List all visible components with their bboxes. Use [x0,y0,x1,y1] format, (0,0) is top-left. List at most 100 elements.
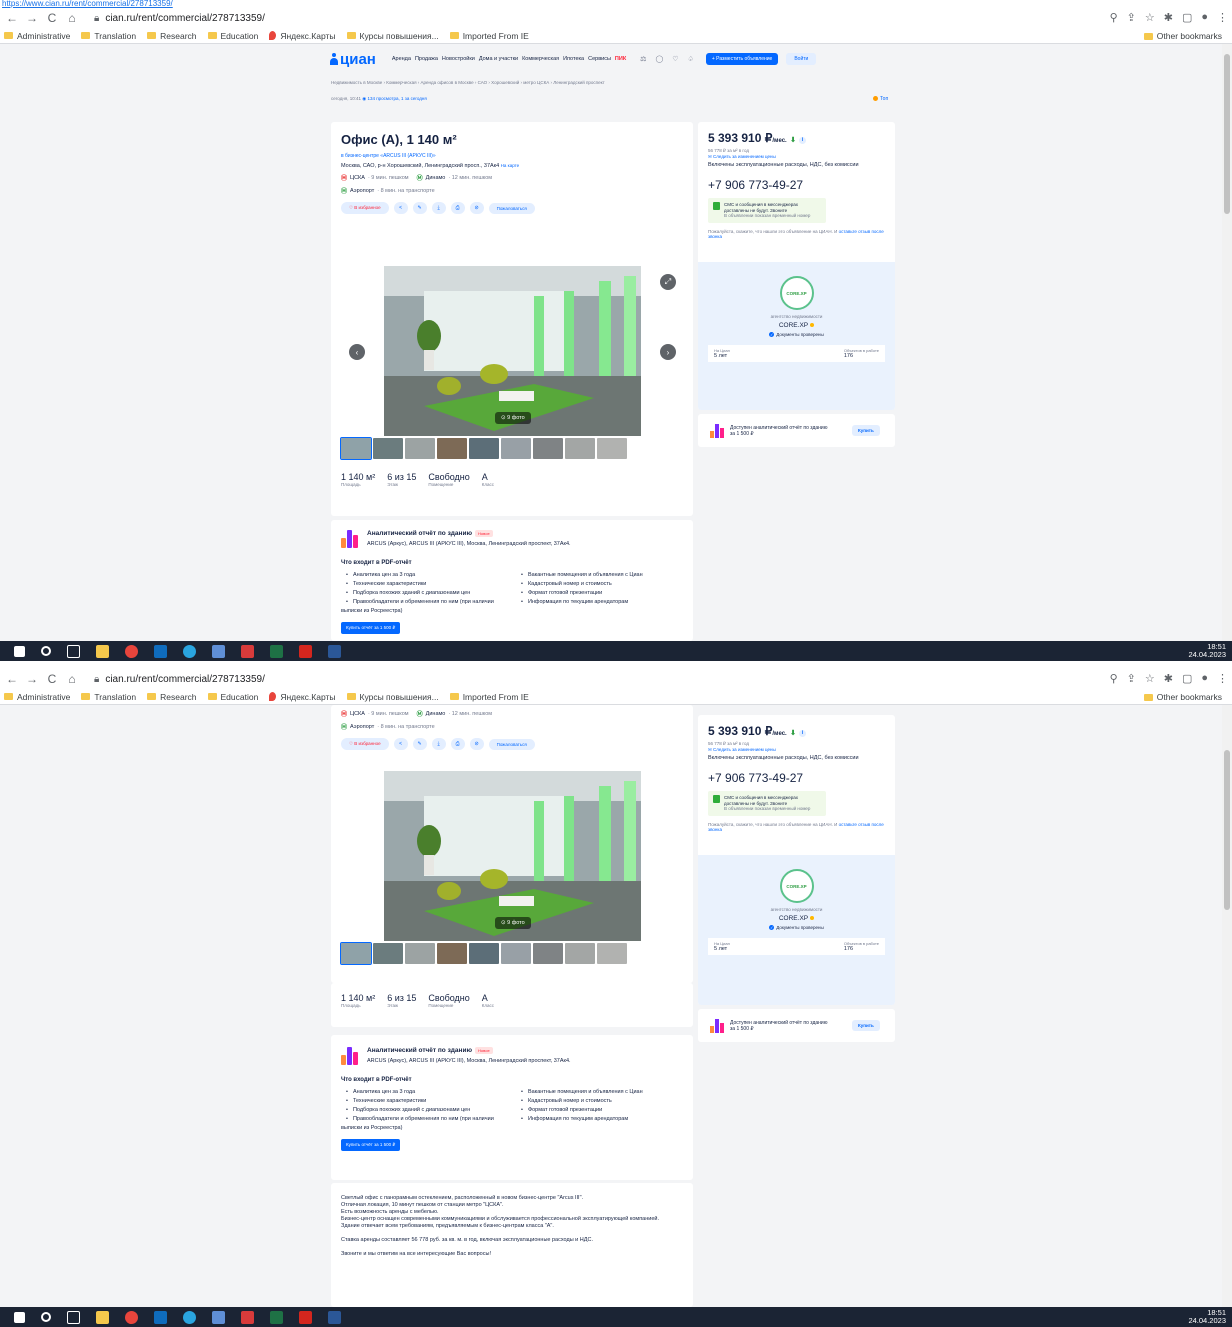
bookmark[interactable]: Research [147,31,197,41]
task-view-icon[interactable] [67,1310,80,1324]
outlook-icon[interactable] [154,1310,167,1324]
chrome-icon[interactable] [125,644,138,658]
thumbnail[interactable] [501,438,531,459]
bell-icon[interactable]: ♤ [688,55,694,63]
breadcrumb[interactable]: Недвижимость в Москве › Коммерческая › А… [331,80,605,85]
next-photo-arrow[interactable]: › [660,344,676,360]
menu-item-promo[interactable]: ПИК [615,56,626,62]
thumbnail[interactable] [565,943,595,964]
zoom-icon[interactable]: ⚲ [1110,672,1118,685]
url-field[interactable]: 🔒︎ cian.ru/rent/commercial/278713359/ [94,13,265,24]
login-button[interactable]: Войти [786,53,817,65]
share-icon[interactable]: < [393,202,408,214]
agency-logo[interactable]: CORE.XP [779,869,814,903]
other-bookmarks[interactable]: Other bookmarks [1143,31,1222,41]
thumbnail[interactable] [533,438,563,459]
other-bookmarks[interactable]: Other bookmarks [1143,692,1222,702]
hide-icon[interactable]: ⊘ [469,202,484,214]
thumbnail[interactable] [373,438,403,459]
file-explorer-icon[interactable] [96,644,109,658]
views-count[interactable]: 134 просмотра, 1 за сегодня [367,96,426,101]
task-view-icon[interactable] [67,644,80,658]
agency-logo[interactable]: CORE.XP [779,276,814,310]
bookmark[interactable]: Education [207,31,258,41]
metro-station[interactable]: Аэропорт [350,188,374,194]
search-icon[interactable] [41,1312,51,1322]
bookmark[interactable]: Research [147,692,197,702]
menu-item[interactable]: Дома и участки [479,56,518,62]
bookmark[interactable]: Administrative [4,692,70,702]
home-icon[interactable]: ⌂ [64,11,80,25]
outlook-icon[interactable] [154,644,167,658]
menu-item[interactable]: Ипотека [563,56,584,62]
bookmark[interactable]: Яндекс.Карты [269,31,336,41]
edit-icon[interactable]: ✎ [412,202,427,214]
complain-button[interactable]: Пожаловаться [488,202,535,214]
on-map-link[interactable]: На карте [501,163,520,168]
file-explorer-icon[interactable] [96,1310,109,1324]
bookmark[interactable]: Imported From IE [449,692,529,702]
thumbnail[interactable] [340,942,372,965]
hide-icon[interactable]: ⊘ [469,738,484,750]
top-url[interactable]: https://www.cian.ru/rent/commercial/2787… [0,0,460,8]
app-icon[interactable] [183,1310,196,1324]
thumbnail[interactable] [437,943,467,964]
metro-station[interactable]: ЦСКА [350,711,365,717]
bookmark[interactable]: Education [207,692,258,702]
thumbnail[interactable] [437,438,467,459]
heart-icon[interactable]: ♡ [672,55,678,63]
bookmark[interactable]: Яндекс.Карты [269,692,336,702]
post-ad-button[interactable]: + Разместить объявление [705,53,779,65]
agency-name[interactable]: CORE.XP [698,915,895,922]
reload-icon[interactable]: C [44,672,60,686]
app-icon[interactable] [183,644,196,658]
favorite-button[interactable]: ♡ В избранное [341,738,389,750]
word-icon[interactable] [328,644,341,658]
favorite-button[interactable]: ♡ В избранное [341,202,389,214]
chrome-icon[interactable] [125,1310,138,1324]
back-icon[interactable]: ← [4,672,20,686]
reload-icon[interactable]: C [44,11,60,25]
zoom-icon[interactable]: ⚲ [1110,11,1118,24]
prev-photo-arrow[interactable]: ‹ [349,344,365,360]
metro-station[interactable]: Динамо [426,711,446,717]
top-badge[interactable]: Топ [873,96,888,102]
thumbnail[interactable] [469,943,499,964]
bookmark[interactable]: Administrative [4,31,70,41]
photos-count-badge[interactable]: ⊙ 9 фото [495,412,531,424]
extensions-icon[interactable]: ✱ [1164,11,1173,24]
star-icon[interactable]: ☆ [1145,11,1155,24]
system-clock[interactable]: 18:51 24.04.2023 [1188,1309,1226,1325]
bookmark[interactable]: Imported From IE [449,31,529,41]
agency-name[interactable]: CORE.XP [698,322,895,329]
buy-analytic-button[interactable]: Купить [852,425,880,436]
complain-button[interactable]: Пожаловаться [488,738,535,750]
print-icon[interactable]: ⎙ [450,202,465,214]
menu-item[interactable]: Аренда [392,56,411,62]
menu-item[interactable]: Продажа [415,56,438,62]
bookmark[interactable]: Translation [81,692,136,702]
scrollbar[interactable] [1222,44,1232,641]
paint-icon[interactable] [212,644,225,658]
acrobat-icon[interactable] [299,644,312,658]
url-field[interactable]: 🔒︎ cian.ru/rent/commercial/278713359/ [94,674,265,685]
buy-report-button[interactable]: Купить отчёт за 1 500 ₽ [341,622,401,634]
sidepanel-icon[interactable]: ▢ [1182,672,1192,685]
forward-icon[interactable]: → [24,672,40,686]
phone-number[interactable]: +7 906 773-49-27 [708,178,888,192]
bookmark[interactable]: Translation [81,31,136,41]
edit-icon[interactable]: ✎ [412,738,427,750]
thumbnail[interactable] [565,438,595,459]
cian-logo[interactable]: циан [330,51,376,68]
photos-count-badge[interactable]: ⊙ 9 фото [495,917,531,929]
thumbnail[interactable] [405,943,435,964]
forward-icon[interactable]: → [24,11,40,25]
paint-icon[interactable] [212,1310,225,1324]
share-icon[interactable]: ⇪ [1127,672,1136,685]
search-icon[interactable] [41,646,51,656]
chat-icon[interactable]: ◯ [655,55,663,63]
share-icon[interactable]: ⇪ [1127,11,1136,24]
menu-icon[interactable]: ⋮ [1217,11,1228,24]
scrollbar[interactable] [1222,705,1232,1307]
thumbnail[interactable] [597,943,627,964]
